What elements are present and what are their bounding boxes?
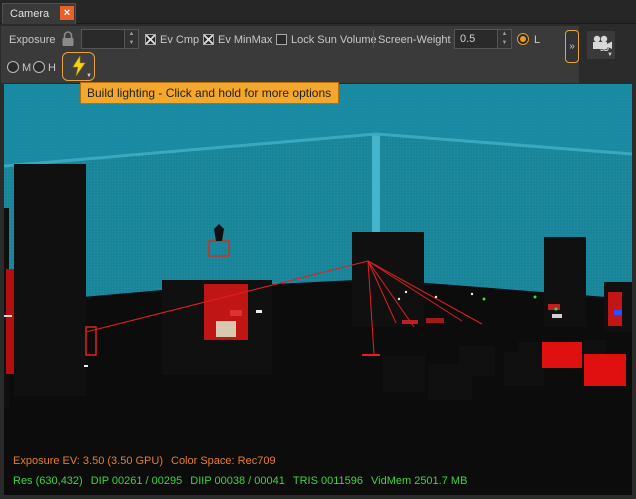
quality-radio-l[interactable] — [517, 33, 529, 45]
quality-radio-l-label: L — [534, 34, 541, 46]
ev-cmp-label: Ev Cmp — [160, 34, 200, 46]
toolbar-separator — [373, 30, 374, 48]
toolbar-edge — [620, 25, 636, 84]
exposure-spin-arrows[interactable]: ▲ ▼ — [124, 30, 138, 48]
lock-icon[interactable] — [61, 31, 75, 47]
exposure-label: Exposure — [9, 34, 56, 46]
vidmem-text: VidMem 2501.7 MB — [371, 475, 468, 487]
exposure-readout: Exposure EV: 3.50 (3.50 GPU) Color Space:… — [13, 455, 276, 467]
screen-weight-value: 0.5 — [460, 33, 476, 45]
ev-cmp-checkbox[interactable] — [145, 34, 156, 45]
tab-camera-label: Camera — [10, 8, 50, 20]
lock-sun-volume-checkbox[interactable] — [276, 34, 287, 45]
scene-viewport[interactable]: Exposure EV: 3.50 (3.50 GPU) Color Space:… — [4, 84, 632, 495]
scene-render — [4, 84, 632, 495]
tab-bar: Camera × — [0, 0, 636, 24]
ev-minmax-checkbox[interactable] — [203, 34, 214, 45]
screen-weight-spinbox[interactable]: 0.5 ▲ ▼ — [454, 29, 512, 49]
ev-minmax-label: Ev MinMax — [218, 34, 273, 46]
quality-radio-h-label: H — [48, 62, 56, 74]
dip-text: DIP 00261 / 00295 — [90, 475, 183, 487]
lightning-bolt-icon — [72, 54, 86, 79]
camera-toolbar: Exposure ▲ ▼ Ev Cmp Ev MinMax Lock Sun Vo… — [0, 25, 580, 84]
close-icon[interactable]: × — [60, 6, 74, 20]
chevron-down-icon: ▼ — [86, 73, 92, 79]
build-lighting-tooltip: Build lighting - Click and hold for more… — [80, 82, 339, 104]
tris-text: TRIS 0011596 — [292, 475, 363, 487]
quality-radio-m-label: M — [22, 62, 32, 74]
chevron-down-icon: ▼ — [607, 52, 613, 58]
exposure-spinbox[interactable]: ▲ ▼ — [81, 29, 139, 49]
tab-camera[interactable]: Camera × — [2, 3, 76, 24]
lock-sun-volume-label: Lock Sun Volume — [291, 34, 377, 46]
resolution-text: Res (630,432) — [13, 475, 83, 487]
quality-radio-h[interactable] — [33, 61, 45, 73]
render-stats-readout: Res (630,432) DIP 00261 / 00295 DIIP 00038… — [13, 475, 467, 487]
camera-mode-button[interactable]: 3D ▼ — [586, 30, 616, 60]
quality-radio-m[interactable] — [7, 61, 19, 73]
diip-text: DIIP 00038 / 00041 — [190, 475, 285, 487]
build-lighting-button[interactable]: ▼ — [62, 52, 95, 81]
screen-weight-label: Screen-Weight — [378, 34, 451, 46]
color-space-text: Color Space: Rec709 — [171, 455, 276, 467]
toolbar-overflow-button[interactable]: » — [565, 30, 579, 63]
screen-weight-spin-arrows[interactable]: ▲ ▼ — [497, 30, 511, 48]
exposure-ev-text: Exposure EV: 3.50 (3.50 GPU) — [13, 455, 163, 467]
